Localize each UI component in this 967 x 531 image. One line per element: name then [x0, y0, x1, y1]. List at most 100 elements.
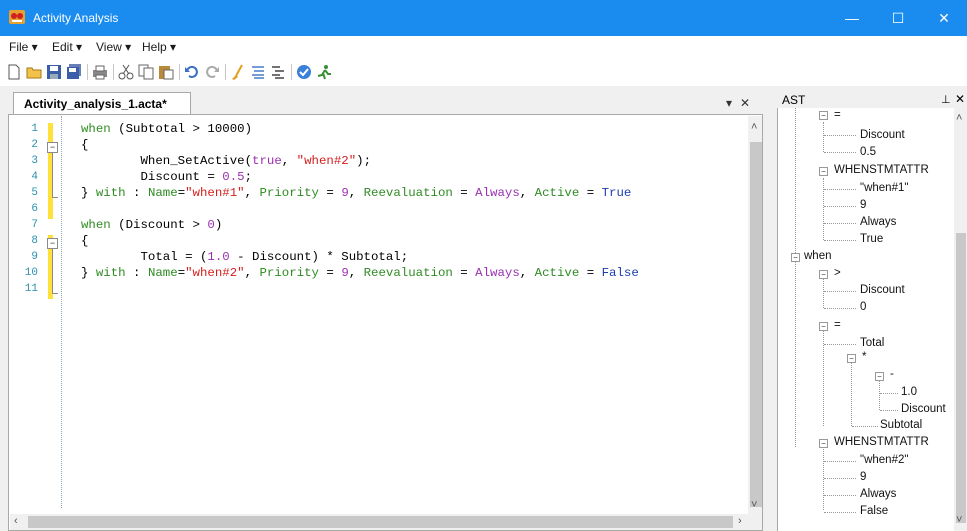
editor-horizontal-scrollbar[interactable]: ‹ › — [10, 514, 762, 530]
tab-close-button[interactable]: ✕ — [740, 96, 750, 110]
paste-icon[interactable] — [158, 64, 174, 80]
line-number: 8 — [31, 235, 38, 247]
print-icon[interactable] — [92, 64, 108, 80]
tree-guide — [824, 461, 856, 462]
fold-guide — [52, 293, 58, 294]
tree-guide — [795, 108, 796, 253]
redo-icon[interactable] — [204, 64, 220, 80]
scroll-thumb[interactable] — [956, 233, 966, 523]
align-icon[interactable] — [250, 64, 266, 80]
ast-close-button[interactable]: ✕ — [955, 92, 965, 106]
collapse-toggle-icon[interactable]: − — [791, 253, 800, 262]
pin-icon[interactable]: ⊥ — [941, 93, 951, 106]
ast-node[interactable]: - — [890, 368, 894, 380]
fold-guide — [52, 249, 53, 293]
ast-node[interactable]: Total — [860, 337, 884, 349]
code-editor[interactable]: 1 2 3 4 5 6 7 8 9 10 11 − − when (Subtot… — [8, 114, 763, 531]
ast-node[interactable]: "when#2" — [860, 454, 908, 466]
outline-icon[interactable] — [270, 64, 286, 80]
ast-node[interactable]: 0 — [860, 301, 866, 313]
cut-icon[interactable] — [118, 64, 134, 80]
tree-guide — [824, 512, 856, 513]
title-bar: Activity Analysis — ☐ ✕ — [0, 0, 967, 36]
ast-node[interactable]: Always — [860, 488, 896, 500]
ast-node[interactable]: "when#1" — [860, 182, 908, 194]
save-all-icon[interactable] — [66, 64, 82, 80]
tree-guide — [823, 178, 824, 240]
check-icon[interactable] — [296, 64, 312, 80]
scroll-thumb[interactable] — [28, 516, 733, 528]
minimize-button[interactable]: — — [829, 0, 875, 36]
new-file-icon[interactable] — [6, 64, 22, 80]
fold-guide — [52, 197, 58, 198]
ast-tree[interactable]: − = Discount 0.5 − WHENSTMTATTR "when#1"… — [777, 108, 967, 531]
toolbar-separator — [87, 64, 88, 80]
tree-guide — [824, 478, 856, 479]
menu-edit[interactable]: Edit ▾ — [52, 40, 82, 54]
collapse-toggle-icon[interactable]: − — [819, 439, 828, 448]
collapse-toggle-icon[interactable]: − — [819, 111, 828, 120]
gutter-divider — [61, 116, 62, 508]
scroll-left-icon[interactable]: ‹ — [14, 515, 18, 527]
ast-vertical-scrollbar[interactable]: ˄ ˅ — [954, 108, 967, 531]
clean-icon[interactable] — [230, 64, 246, 80]
ast-node[interactable]: * — [862, 351, 866, 363]
scroll-down-icon[interactable]: ˅ — [956, 514, 962, 526]
menu-file[interactable]: File ▾ — [9, 40, 38, 54]
editor-vertical-scrollbar[interactable]: ˄ ˅ — [748, 116, 762, 515]
tab-activity-analysis[interactable]: Activity_analysis_1.acta* — [13, 92, 191, 115]
scroll-right-icon[interactable]: › — [738, 515, 742, 527]
menu-view[interactable]: View ▾ — [96, 40, 131, 54]
scroll-down-icon[interactable]: ˅ — [751, 499, 757, 511]
maximize-button[interactable]: ☐ — [875, 0, 921, 36]
line-number: 1 — [31, 123, 38, 135]
code-line-9: Total = (1.0 - Discount) * Subtotal; — [81, 250, 409, 264]
undo-icon[interactable] — [184, 64, 200, 80]
collapse-toggle-icon[interactable]: − — [875, 372, 884, 381]
tree-guide — [851, 362, 852, 426]
tree-guide — [824, 291, 856, 292]
run-icon[interactable] — [316, 64, 332, 80]
collapse-toggle-icon[interactable]: − — [819, 322, 828, 331]
ast-node[interactable]: > — [834, 267, 841, 279]
ast-node[interactable]: when — [804, 250, 832, 262]
line-number: 2 — [31, 139, 38, 151]
scroll-thumb[interactable] — [750, 142, 762, 507]
tree-guide — [824, 308, 856, 309]
line-number: 3 — [31, 155, 38, 167]
tab-label: Activity_analysis_1.acta* — [24, 97, 167, 111]
ast-node[interactable]: 9 — [860, 199, 866, 211]
scroll-up-icon[interactable]: ˄ — [751, 121, 757, 133]
collapse-toggle-icon[interactable]: − — [819, 167, 828, 176]
menu-help[interactable]: Help ▾ — [142, 40, 176, 54]
tree-guide — [824, 135, 856, 136]
scroll-up-icon[interactable]: ˄ — [956, 112, 962, 124]
ast-node[interactable]: 9 — [860, 471, 866, 483]
ast-node[interactable]: True — [860, 233, 883, 245]
fold-toggle-icon[interactable]: − — [47, 238, 58, 249]
copy-icon[interactable] — [138, 64, 154, 80]
ast-node[interactable]: = — [834, 319, 841, 331]
ast-node[interactable]: Discount — [860, 129, 905, 141]
collapse-toggle-icon[interactable]: − — [847, 354, 856, 363]
ast-node[interactable]: 1.0 — [901, 386, 917, 398]
line-number: 5 — [31, 187, 38, 199]
save-icon[interactable] — [46, 64, 62, 80]
close-button[interactable]: ✕ — [921, 0, 967, 36]
ast-node[interactable]: WHENSTMTATTR — [834, 164, 929, 176]
ast-node[interactable]: = — [834, 109, 841, 121]
ast-node[interactable]: Subtotal — [880, 419, 922, 431]
open-folder-icon[interactable] — [26, 64, 42, 80]
toolbar-separator — [291, 64, 292, 80]
ast-node[interactable]: Discount — [901, 403, 946, 415]
ast-node[interactable]: Always — [860, 216, 896, 228]
ast-node[interactable]: False — [860, 505, 888, 517]
ast-node[interactable]: 0.5 — [860, 146, 876, 158]
fold-toggle-icon[interactable]: − — [47, 142, 58, 153]
line-number: 6 — [31, 203, 38, 215]
ast-node[interactable]: Discount — [860, 284, 905, 296]
ast-node[interactable]: WHENSTMTATTR — [834, 436, 929, 448]
collapse-toggle-icon[interactable]: − — [819, 270, 828, 279]
tab-dropdown-button[interactable]: ▾ — [726, 96, 732, 110]
code-line-5: } with : Name="when#1", Priority = 9, Re… — [81, 186, 632, 200]
